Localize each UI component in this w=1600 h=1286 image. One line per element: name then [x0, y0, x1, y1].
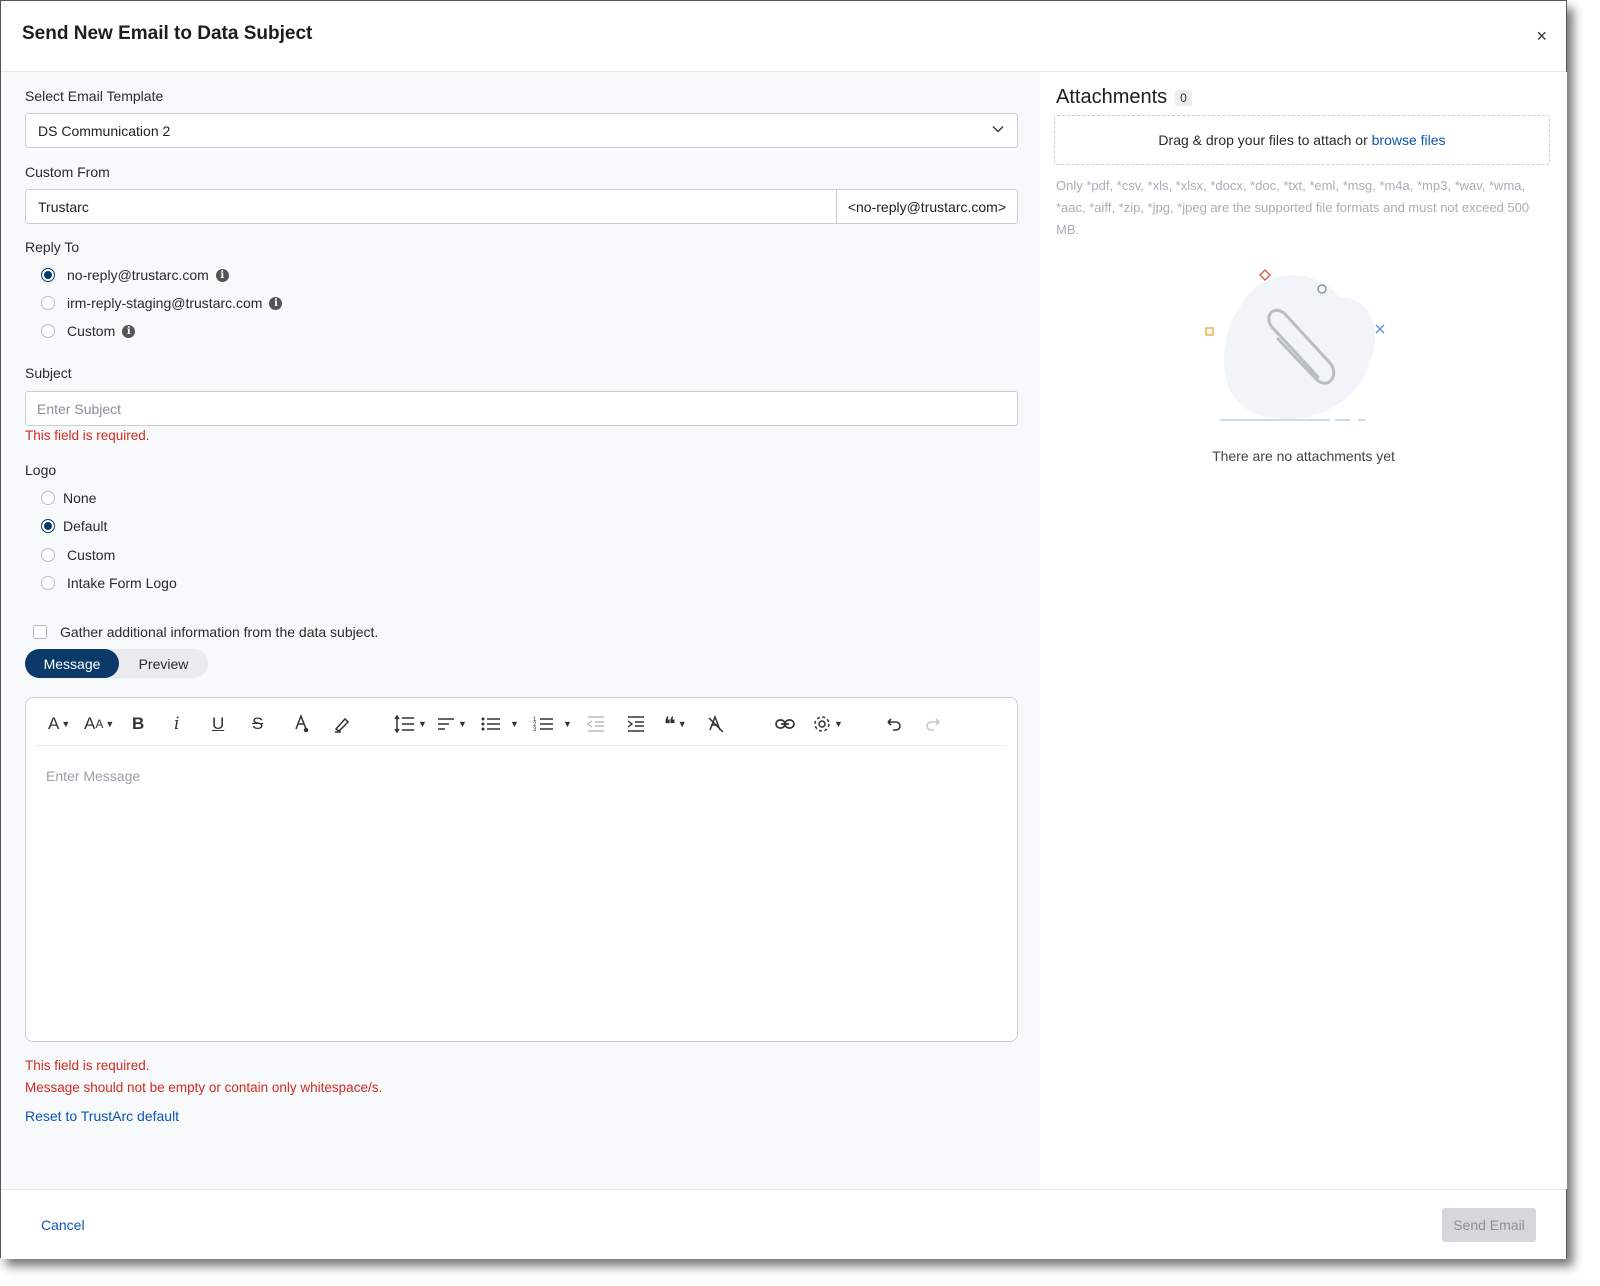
- clear-format-icon[interactable]: [707, 712, 725, 736]
- template-select[interactable]: DS Communication 2: [25, 113, 1018, 148]
- tab-message[interactable]: Message: [25, 649, 119, 678]
- template-label: Select Email Template: [25, 88, 164, 104]
- numbered-list-icon[interactable]: 1 2 3 ▼: [533, 712, 572, 736]
- subject-error: This field is required.: [25, 428, 150, 443]
- blockquote-icon[interactable]: ❝ ▼: [664, 712, 687, 736]
- modal-header: Send New Email to Data Subject ×: [1, 1, 1566, 72]
- attachments-pane: Attachments 0 Drag & drop your files to …: [1040, 72, 1567, 1189]
- send-email-button[interactable]: Send Email: [1442, 1208, 1536, 1242]
- logo-option-intake-form[interactable]: Intake Form Logo: [41, 575, 177, 591]
- indent-icon[interactable]: [626, 712, 646, 736]
- gather-info-label: Gather additional information from the d…: [60, 624, 379, 640]
- send-email-modal: Send New Email to Data Subject × Select …: [0, 0, 1567, 1259]
- attachments-heading: Attachments 0: [1056, 86, 1192, 109]
- reply-to-option-label: Custom: [67, 323, 116, 339]
- logo-option-none[interactable]: None: [41, 490, 96, 506]
- radio-unselected[interactable]: [41, 324, 55, 338]
- close-icon[interactable]: ×: [1536, 27, 1547, 45]
- subject-input[interactable]: Enter Subject: [25, 391, 1018, 426]
- attachments-title: Attachments: [1056, 86, 1168, 108]
- message-preview-toggle: Message Preview: [25, 649, 208, 678]
- gather-info-option[interactable]: Gather additional information from the d…: [33, 624, 378, 640]
- logo-option-custom[interactable]: Custom: [41, 547, 115, 563]
- reply-to-option-label: no-reply@trustarc.com: [67, 267, 209, 283]
- editor-toolbar: A ▼ A A ▼ B i U S ▼ ▼ ▼ 1 2 3 ▼ ❝ ▼ ▼: [36, 706, 1007, 746]
- logo-option-default[interactable]: Default: [41, 518, 107, 534]
- reset-default-link[interactable]: Reset to TrustArc default: [25, 1108, 179, 1124]
- message-required-error: This field is required.: [25, 1058, 150, 1073]
- line-height-icon[interactable]: ▼: [394, 712, 427, 736]
- subject-label: Subject: [25, 365, 72, 381]
- email-form-pane: Select Email Template DS Communication 2…: [1, 72, 1040, 1189]
- logo-option-label: None: [63, 490, 97, 506]
- radio-unselected[interactable]: [41, 548, 55, 562]
- font-family-icon[interactable]: A ▼: [48, 712, 70, 736]
- logo-option-label: Default: [63, 518, 108, 534]
- reply-to-option-staging[interactable]: irm-reply-staging@trustarc.com i: [41, 295, 283, 311]
- outdent-icon[interactable]: [586, 712, 606, 736]
- reply-to-option-custom[interactable]: Custom i: [41, 323, 136, 339]
- reply-to-label: Reply To: [25, 239, 80, 255]
- bold-icon[interactable]: B: [132, 712, 144, 736]
- radio-unselected[interactable]: [41, 491, 55, 505]
- info-icon[interactable]: i: [122, 324, 136, 338]
- modal-title: Send New Email to Data Subject: [22, 23, 313, 44]
- info-icon[interactable]: i: [269, 296, 283, 310]
- underline-icon[interactable]: U: [212, 712, 224, 736]
- reply-to-option-label: irm-reply-staging@trustarc.com: [67, 295, 263, 311]
- chevron-down-icon: [992, 126, 1004, 133]
- reply-to-option-no-reply[interactable]: no-reply@trustarc.com i: [41, 267, 229, 283]
- link-icon[interactable]: [774, 712, 796, 736]
- message-input[interactable]: Enter Message: [46, 768, 140, 784]
- custom-from-input[interactable]: Trustarc: [25, 189, 837, 224]
- radio-unselected[interactable]: [41, 576, 55, 590]
- redo-icon[interactable]: [924, 712, 944, 736]
- custom-from-address: <no-reply@trustarc.com>: [836, 189, 1018, 224]
- file-dropzone[interactable]: Drag & drop your files to attach or brow…: [1054, 115, 1550, 165]
- text-color-icon[interactable]: [293, 712, 311, 736]
- modal-footer: Cancel Send Email: [1, 1189, 1566, 1259]
- gather-info-checkbox[interactable]: [33, 625, 47, 639]
- logo-option-label: Custom: [67, 547, 116, 563]
- message-editor: A ▼ A A ▼ B i U S ▼ ▼ ▼ 1 2 3 ▼ ❝ ▼ ▼ En…: [25, 697, 1018, 1042]
- file-format-hint: Only *pdf, *csv, *xls, *xlsx, *docx, *do…: [1056, 178, 1530, 237]
- logo-label: Logo: [25, 462, 57, 478]
- italic-icon[interactable]: i: [174, 712, 179, 736]
- undo-icon[interactable]: [883, 712, 903, 736]
- svg-text:3: 3: [533, 727, 537, 733]
- radio-unselected[interactable]: [41, 296, 55, 310]
- dropzone-text: Drag & drop your files to attach or: [1158, 132, 1368, 148]
- empty-attachments-text: There are no attachments yet: [1212, 448, 1395, 464]
- custom-from-label: Custom From: [25, 164, 110, 180]
- strikethrough-icon[interactable]: S: [252, 712, 263, 736]
- custom-from-field: Trustarc <no-reply@trustarc.com>: [25, 189, 1018, 224]
- message-whitespace-error: Message should not be empty or contain o…: [25, 1080, 383, 1095]
- browse-files-link[interactable]: browse files: [1372, 132, 1446, 148]
- bulleted-list-icon[interactable]: ▼: [480, 712, 519, 736]
- template-select-value: DS Communication 2: [38, 122, 171, 139]
- tab-preview[interactable]: Preview: [119, 649, 208, 678]
- align-icon[interactable]: ▼: [436, 712, 467, 736]
- settings-icon[interactable]: ▼: [812, 712, 843, 736]
- attachments-count-badge: 0: [1175, 89, 1192, 106]
- cancel-button[interactable]: Cancel: [41, 1217, 85, 1233]
- info-icon[interactable]: i: [215, 268, 229, 282]
- logo-option-label: Intake Form Logo: [67, 575, 177, 591]
- font-size-icon[interactable]: A A ▼: [84, 712, 114, 736]
- paperclip-illustration-icon: [1205, 269, 1385, 421]
- radio-selected[interactable]: [41, 519, 55, 533]
- radio-selected[interactable]: [41, 268, 55, 282]
- highlight-icon[interactable]: [332, 712, 352, 736]
